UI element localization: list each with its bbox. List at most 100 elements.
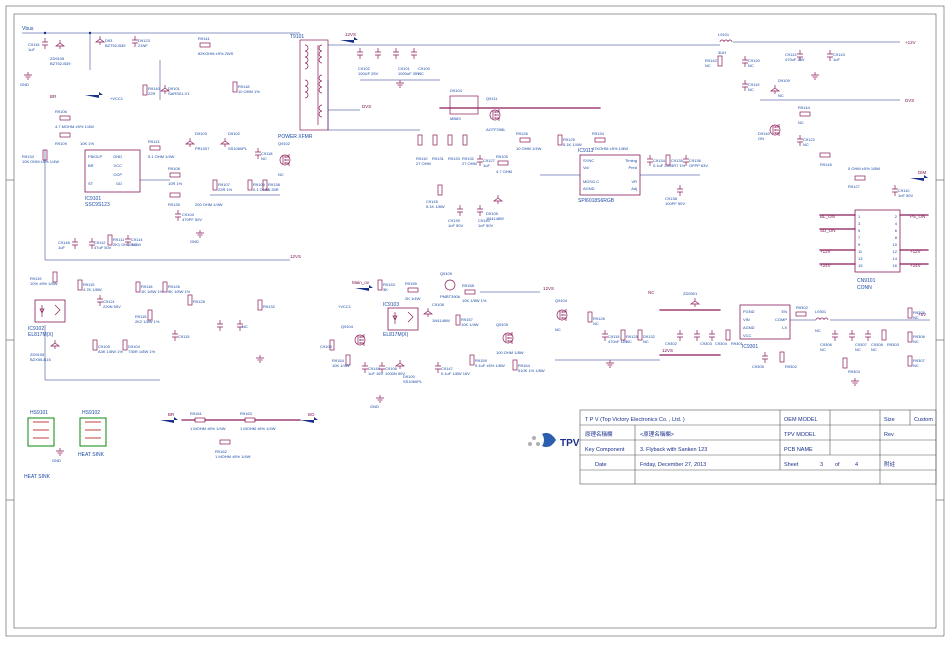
- val-d9102: SS1060PL: [228, 146, 248, 151]
- ref-hs9101: HS9101: [30, 410, 48, 416]
- svg-text:NC: NC: [913, 315, 919, 320]
- svg-text:PCB NAME: PCB NAME: [784, 447, 813, 453]
- svg-text:12: 12: [893, 249, 898, 254]
- val-c9104: 470PF 50V: [182, 217, 202, 222]
- val-r9144: NC: [798, 120, 804, 125]
- svg-text:NC: NC: [648, 290, 655, 295]
- ref-r9161: R9161: [190, 411, 203, 416]
- svg-text:Q9104: Q9104: [555, 298, 568, 303]
- val-d9104: MB6S: [450, 116, 461, 121]
- svg-text:10: 10: [893, 242, 898, 247]
- pin-gnd: GND: [113, 154, 122, 159]
- svg-text:13: 13: [858, 256, 863, 261]
- gnd-1: GND: [20, 82, 29, 87]
- val-c9108: 1N4148W: [432, 318, 450, 323]
- net-vcc1b: +VCC1: [338, 304, 352, 309]
- pin-gd: GD: [116, 181, 122, 186]
- svg-text:10K 1/4W: 10K 1/4W: [332, 363, 350, 368]
- val-c9138: 100PF 50V: [665, 201, 685, 206]
- val-c9119: NC: [748, 87, 754, 92]
- svg-text:510K 1% 1/8W: 510K 1% 1/8W: [518, 368, 545, 373]
- ref-c9115b: C9115: [178, 334, 190, 339]
- pin-vr: VR: [631, 179, 637, 184]
- val-r9162: 1 MOHM ±5% 1/4W: [215, 454, 251, 459]
- ref-q9105: Q9105: [496, 322, 509, 327]
- val-c9145: 5.1K 1/8W: [426, 204, 445, 209]
- svg-text:3. Flyback with Sanken 123: 3. Flyback with Sanken 123: [640, 447, 707, 453]
- svg-text:T P V (Top Victory Electro: T P V (Top Victory Electronics Co. , Ltd…: [585, 417, 685, 423]
- ref-l9101: L9101: [718, 32, 730, 37]
- ref-c9303: C9303: [700, 341, 713, 346]
- transformer: [300, 40, 328, 130]
- svg-text:NC: NC: [593, 321, 599, 326]
- ref-r9302: R9302: [785, 364, 798, 369]
- ref-q9111: Q9111: [486, 96, 498, 101]
- val-q9109: PMBT3906: [440, 294, 461, 299]
- val-r9113: 5.1 OHM 1/4W: [148, 154, 175, 159]
- part-ic9102: EL817M(X): [28, 332, 54, 338]
- svg-text:NC: NC: [855, 347, 861, 352]
- net-12vs2: 12VS: [290, 254, 301, 259]
- val-c9134: 0.1uF 25V: [653, 163, 672, 168]
- ref-c9105b: C9105: [320, 344, 333, 349]
- ref-r9302b: R9302: [796, 305, 809, 310]
- val-r9107: 22R 1%: [218, 187, 233, 192]
- val-r9153: 3K: [383, 287, 388, 292]
- type-cn9101: CONN: [857, 285, 872, 291]
- svg-text:12VS: 12VS: [662, 348, 673, 353]
- svg-text:12VS: 12VS: [543, 286, 554, 291]
- val-c9146: 1uF: [58, 245, 65, 250]
- svg-text:NC: NC: [242, 324, 248, 329]
- pin-comp: COMP: [775, 317, 787, 322]
- val-c9113: 470uF 25V: [785, 57, 805, 62]
- net-dvs: DVS: [905, 98, 914, 103]
- pin-agnd2: AGND: [743, 325, 755, 330]
- svg-text:原理名稱欄: 原理名稱欄: [585, 430, 613, 438]
- ref-r9113: R9113: [148, 139, 160, 144]
- val-c9136: OFPP 63V: [689, 163, 708, 168]
- svg-text:1000uF 35V: 1000uF 35V: [398, 71, 420, 76]
- val-zd9105b: BZX55-B15: [30, 357, 51, 362]
- pin-pred: Pred: [629, 165, 637, 170]
- ref-c9305: C9305: [752, 364, 765, 369]
- tpv-logo: TPV: [528, 433, 580, 449]
- ref-q9102: Q9102: [278, 141, 291, 146]
- svg-text:15: 15: [858, 263, 863, 268]
- svg-text:NC: NC: [815, 328, 821, 333]
- svg-text:NC: NC: [871, 347, 877, 352]
- ref-r9304: R9304: [848, 369, 861, 374]
- val-r9142: NC: [705, 63, 711, 68]
- net-12v: +12V: [905, 40, 916, 45]
- svg-text:<原理名稱欄>: <原理名稱欄>: [640, 430, 674, 438]
- val-r9115: 4.7K 1/8W: [83, 287, 102, 292]
- pin-st: ST: [88, 181, 94, 186]
- svg-text:Custom: Custom: [914, 417, 933, 423]
- val-d93: BZT52-B39: [105, 43, 126, 48]
- ref-r9303: R9303: [887, 342, 900, 347]
- svg-text:2K2 1/8W 1%: 2K2 1/8W 1%: [135, 319, 160, 324]
- pin-fb: FB/OLP: [88, 154, 103, 159]
- val-d9101: SARS01-V1: [168, 91, 190, 96]
- ref-zd9301: ZD9301: [683, 291, 698, 296]
- svg-text:of: of: [835, 462, 840, 468]
- svg-text:DVS: DVS: [362, 104, 371, 109]
- lbl-heatsink2: HEAT SINK: [78, 452, 105, 458]
- val-c9139: 1nF 50V: [448, 223, 463, 228]
- ref-q9109: Q9109: [440, 271, 453, 276]
- val-c9121: 220N 50V: [103, 304, 121, 309]
- val-l9101: 3UH: [718, 50, 726, 55]
- val-d9103: PR1007: [195, 146, 210, 151]
- val-r9135: 200 OHM 1/4W: [195, 202, 223, 207]
- val-c9140: 1nF 50V: [478, 223, 493, 228]
- val-q9102: NC: [278, 172, 284, 177]
- svg-text:16: 16: [893, 263, 898, 268]
- ref-r9145: R9145: [820, 162, 833, 167]
- net-br2: BR: [168, 412, 175, 417]
- svg-text:Size: Size: [884, 417, 895, 423]
- val-r9119: 10% ±5% 1/8W: [30, 281, 58, 286]
- val-r9155: 2K 1/4W: [405, 296, 421, 301]
- val-r9163: 1 MOHM ±5% 1/4W: [240, 426, 276, 431]
- val-c9115: 1uF: [28, 47, 35, 52]
- gnd-2: GND: [190, 239, 199, 244]
- title-block: T P V (Top Victory Electronics Co. , Ltd…: [580, 410, 936, 484]
